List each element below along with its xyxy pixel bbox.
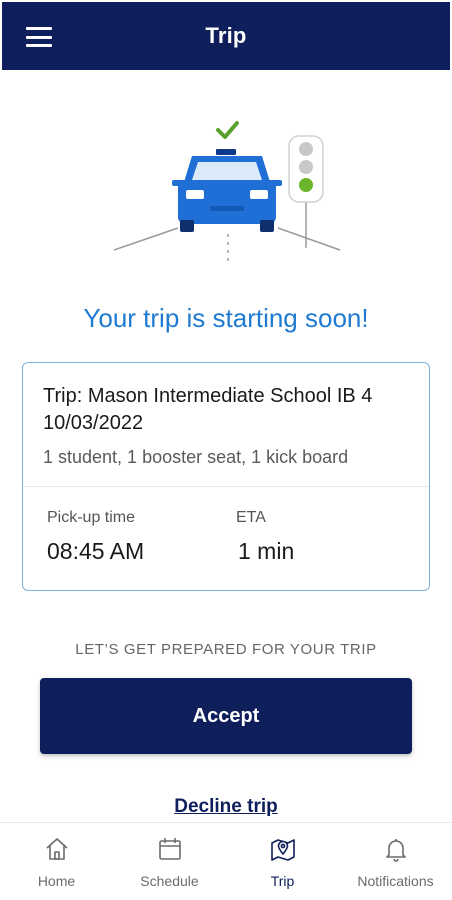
bottom-tab-bar: Home Schedule Trip Notifications [0,822,452,898]
car-icon [172,149,282,232]
traffic-light-icon [288,135,324,203]
bell-icon [385,839,406,862]
decline-trip-link[interactable]: Decline trip [0,796,452,818]
tab-home-label: Home [37,873,76,889]
tab-schedule[interactable]: Schedule [113,823,226,898]
tab-notifications-label: Notifications [357,873,434,889]
map-pin-icon [270,839,295,861]
tab-trip-label: Trip [270,873,295,889]
app-header: Trip [2,2,450,70]
tab-trip[interactable]: Trip [226,823,339,898]
trip-status-headline: Your trip is starting soon! [83,303,369,333]
hamburger-menu-icon[interactable] [26,27,52,47]
prep-instruction: LET’S GET PREPARED FOR YOUR TRIP [75,641,377,658]
home-icon [45,838,68,860]
trip-details: 1 student, 1 booster seat, 1 kick board [43,447,349,467]
eta-label: ETA [236,509,266,526]
checkmark-icon [216,121,239,139]
pickup-time-value: 08:45 AM [47,538,145,564]
pickup-time-label: Pick-up time [47,509,136,526]
tab-notifications[interactable]: Notifications [339,823,452,898]
trip-card: Trip: Mason Intermediate School IB 4 10/… [22,362,430,591]
road-right-line [277,227,341,251]
tab-schedule-label: Schedule [140,873,199,889]
trip-illustration [113,121,341,262]
card-divider [23,486,429,487]
tab-home[interactable]: Home [0,823,113,898]
calendar-icon [158,838,181,860]
page-title: Trip [205,23,247,48]
accept-button[interactable]: Accept [40,678,412,754]
trip-name: Trip: Mason Intermediate School IB 4 10/… [43,385,373,434]
road-left-line [113,227,179,251]
eta-value: 1 min [238,538,295,564]
